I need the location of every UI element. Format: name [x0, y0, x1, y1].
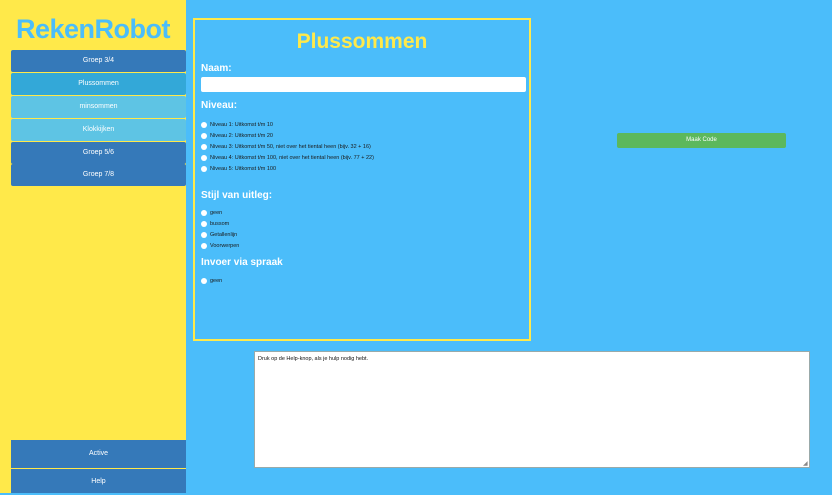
style-option-label: bussom — [210, 221, 230, 227]
radio-button[interactable] — [201, 133, 207, 139]
radio-button[interactable] — [201, 243, 207, 249]
level-option-label: Niveau 5: Uitkomst t/m 100 — [210, 166, 277, 172]
app-logo: RekenRobot — [15, 14, 171, 44]
speech-option[interactable]: geen — [201, 276, 222, 286]
help-button[interactable]: Help — [11, 469, 186, 493]
nav-groep-5-6[interactable]: Groep 5/6 — [11, 142, 186, 164]
make-code-button[interactable]: Maak Code — [617, 133, 786, 148]
level-option[interactable]: Niveau 3: Uitkomst t/m 50, niet over het… — [201, 142, 371, 152]
radio-button[interactable] — [201, 232, 207, 238]
page-title: Plussommen — [296, 30, 428, 53]
radio-button[interactable] — [201, 210, 207, 216]
level-option-label: Niveau 3: Uitkomst t/m 50, niet over het… — [210, 144, 371, 150]
speech-label: Invoer via spraak — [201, 257, 283, 268]
radio-button[interactable] — [201, 144, 207, 150]
radio-button[interactable] — [201, 278, 207, 284]
help-textarea[interactable]: Druk op de Help-knop, als je hulp nodig … — [254, 351, 810, 468]
style-option[interactable]: Getallenlijn — [201, 230, 237, 240]
name-input[interactable] — [201, 77, 526, 92]
level-option[interactable]: Niveau 1: Uitkomst t/m 10 — [201, 120, 273, 130]
level-option-label: Niveau 2: Uitkomst t/m 20 — [210, 133, 273, 139]
radio-button[interactable] — [201, 122, 207, 128]
radio-button[interactable] — [201, 155, 207, 161]
level-option[interactable]: Niveau 5: Uitkomst t/m 100 — [201, 164, 276, 174]
style-option[interactable]: bussom — [201, 219, 229, 229]
radio-button[interactable] — [201, 221, 207, 227]
nav-groep-7-8[interactable]: Groep 7/8 — [11, 164, 186, 186]
style-option-label: Voorwerpen — [210, 243, 240, 249]
level-option-label: Niveau 4: Uitkomst t/m 100, niet over he… — [210, 155, 374, 161]
speech-option-label: geen — [210, 278, 223, 284]
level-option[interactable]: Niveau 2: Uitkomst t/m 20 — [201, 131, 273, 141]
settings-panel: Plussommen Naam: Niveau: Niveau 1: Uitko… — [193, 18, 531, 341]
level-option[interactable]: Niveau 4: Uitkomst t/m 100, niet over he… — [201, 153, 374, 163]
style-label: Stijl van uitleg: — [201, 190, 273, 201]
level-option-label: Niveau 1: Uitkomst t/m 10 — [210, 122, 273, 128]
active-button[interactable]: Active — [11, 440, 186, 468]
style-option[interactable]: geen — [201, 208, 222, 218]
level-label: Niveau: — [201, 100, 238, 111]
sidebar: RekenRobot Groep 3/4 Plussommen minsomme… — [0, 0, 186, 493]
name-label: Naam: — [201, 63, 232, 74]
style-option-label: Getallenlijn — [210, 232, 238, 238]
nav-plussommen[interactable]: Plussommen — [11, 73, 186, 95]
nav-groep-3-4[interactable]: Groep 3/4 — [11, 50, 186, 72]
nav-klokkijken[interactable]: Klokkijken — [11, 119, 186, 141]
style-option-label: geen — [210, 210, 223, 216]
nav-minsommen[interactable]: minsommen — [11, 96, 186, 118]
radio-button[interactable] — [201, 166, 207, 172]
resize-grip-icon[interactable]: ◢ — [803, 461, 809, 467]
style-option[interactable]: Voorwerpen — [201, 241, 239, 251]
